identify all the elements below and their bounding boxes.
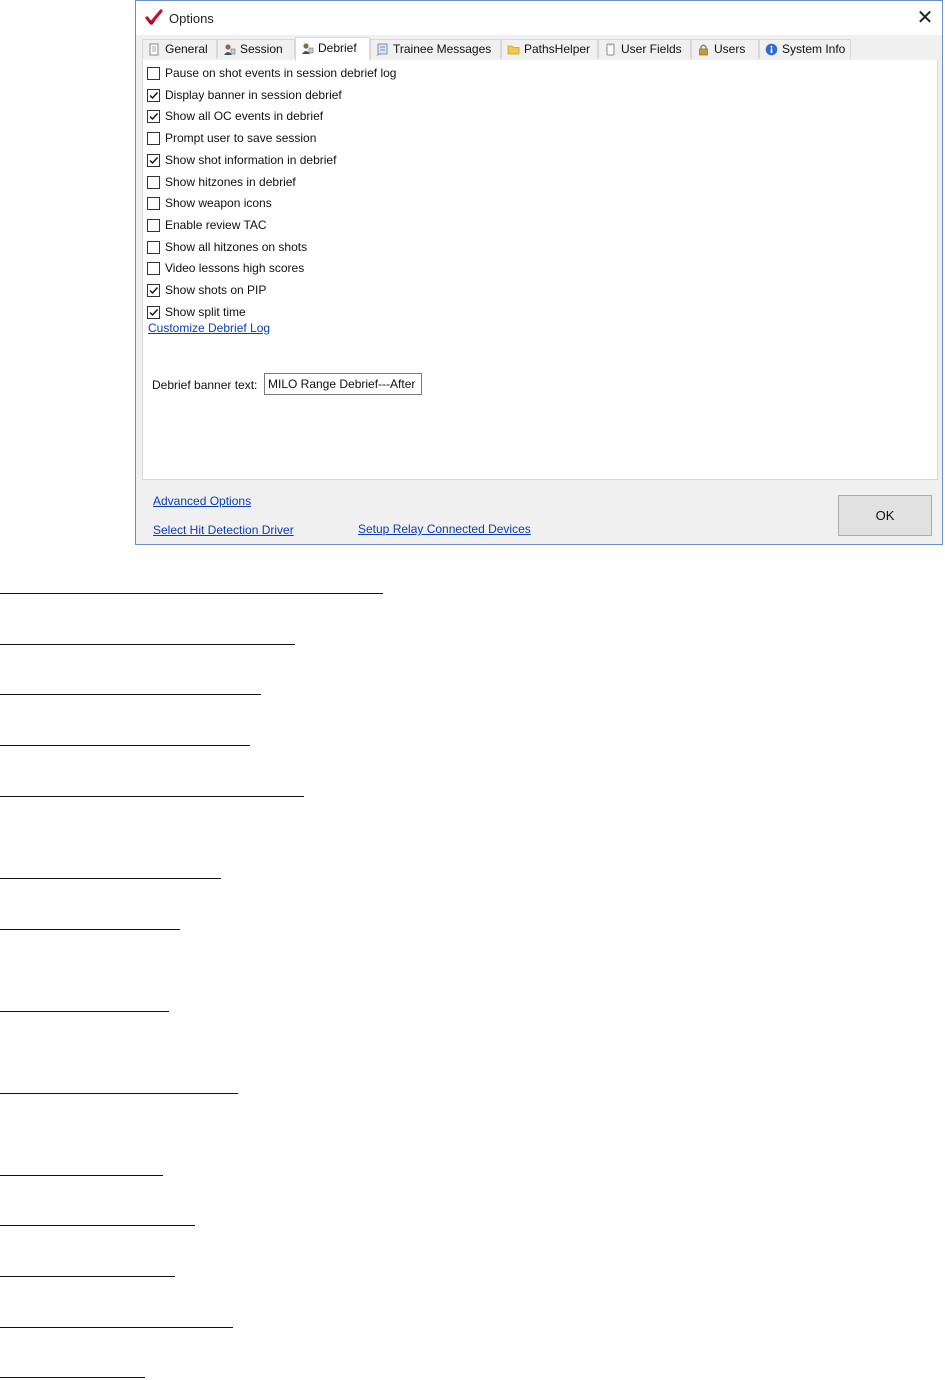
close-button[interactable]: ✕ xyxy=(908,1,942,35)
underline-rule xyxy=(0,745,250,746)
tab-label: Session xyxy=(240,42,283,56)
underline-rule xyxy=(0,1377,145,1378)
checkbox-checked[interactable] xyxy=(147,284,160,297)
debrief-option-label: Video lessons high scores xyxy=(165,261,305,275)
checkbox-checked[interactable] xyxy=(147,89,160,102)
checkmark-icon xyxy=(149,92,159,100)
underline-rule xyxy=(0,644,295,645)
tab-label: User Fields xyxy=(621,42,682,56)
red-checkmark-icon xyxy=(145,9,163,27)
debrief-option-label: Enable review TAC xyxy=(165,218,267,232)
underline-rule xyxy=(0,1011,169,1012)
select-hit-detection-driver-link[interactable]: Select Hit Detection Driver xyxy=(153,523,294,537)
tab-pathshelper[interactable]: PathsHelper xyxy=(501,39,598,59)
tab-label: General xyxy=(165,42,208,56)
user-icon xyxy=(301,41,314,54)
checkbox-unchecked[interactable] xyxy=(147,176,160,189)
message-icon xyxy=(376,43,389,56)
checkbox-unchecked[interactable] xyxy=(147,219,160,232)
underline-rule xyxy=(0,593,383,594)
checkbox-unchecked[interactable] xyxy=(147,132,160,145)
tab-system-info[interactable]: System Info xyxy=(759,39,851,59)
checkbox-checked[interactable] xyxy=(147,110,160,123)
debrief-option-label: Show shot information in debrief xyxy=(165,153,337,167)
advanced-options-link[interactable]: Advanced Options xyxy=(153,494,251,508)
debrief-option-label: Show all OC events in debrief xyxy=(165,109,324,123)
tab-strip: General Session Debrief Trainee Messages… xyxy=(142,37,938,61)
lock-icon xyxy=(697,43,710,56)
debrief-option-label: Show split time xyxy=(165,305,246,319)
checkbox-checked[interactable] xyxy=(147,154,160,167)
underline-rule xyxy=(0,1225,195,1226)
underline-rule xyxy=(0,796,304,797)
debrief-option-label: Display banner in session debrief xyxy=(165,88,342,102)
tab-label: Trainee Messages xyxy=(393,42,492,56)
options-dialog: Options ✕ General Session Debrief Traine… xyxy=(135,0,943,545)
tab-label: System Info xyxy=(782,42,846,56)
debrief-option-label: Show hitzones in debrief xyxy=(165,175,296,189)
underline-rule xyxy=(0,878,221,879)
tab-general[interactable]: General xyxy=(142,39,217,59)
debrief-option-label: Prompt user to save session xyxy=(165,131,317,145)
clipboard-icon xyxy=(604,43,617,56)
tab-session[interactable]: Session xyxy=(217,39,295,59)
checkbox-unchecked[interactable] xyxy=(147,262,160,275)
tab-label: Users xyxy=(714,42,746,56)
checkmark-icon xyxy=(149,287,159,295)
window-title: Options xyxy=(169,11,214,26)
setup-relay-connected-devices-link[interactable]: Setup Relay Connected Devices xyxy=(358,522,531,536)
checkbox-checked[interactable] xyxy=(147,306,160,319)
banner-text-label: Debrief banner text: xyxy=(152,378,258,392)
tab-label: PathsHelper xyxy=(524,42,591,56)
underline-rule xyxy=(0,1327,233,1328)
debrief-option-label: Show all hitzones on shots xyxy=(165,240,308,254)
page-icon xyxy=(148,43,161,56)
checkbox-unchecked[interactable] xyxy=(147,241,160,254)
tab-user-fields[interactable]: User Fields xyxy=(598,39,691,59)
debrief-tab-page: Pause on shot events in session debrief … xyxy=(142,60,938,480)
tab-users[interactable]: Users xyxy=(691,39,759,59)
checkmark-icon xyxy=(149,157,159,165)
underline-rule xyxy=(0,1175,163,1176)
folder-icon xyxy=(507,43,520,56)
banner-text-input[interactable] xyxy=(264,373,422,395)
tab-label: Debrief xyxy=(318,41,357,55)
debrief-option-label: Show shots on PIP xyxy=(165,283,267,297)
customize-debrief-log-link[interactable]: Customize Debrief Log xyxy=(148,321,270,335)
checkbox-unchecked[interactable] xyxy=(147,67,160,80)
debrief-option-label: Pause on shot events in session debrief … xyxy=(165,66,397,80)
tab-trainee-messages[interactable]: Trainee Messages xyxy=(370,39,501,59)
tab-debrief[interactable]: Debrief xyxy=(295,37,370,61)
checkmark-icon xyxy=(149,113,159,121)
underline-rule xyxy=(0,929,180,930)
title-bar[interactable]: Options ✕ xyxy=(136,1,942,35)
checkmark-icon xyxy=(149,309,159,317)
user-icon xyxy=(223,43,236,56)
underline-rule xyxy=(0,694,261,695)
checkbox-unchecked[interactable] xyxy=(147,197,160,210)
underline-rule xyxy=(0,1276,175,1277)
debrief-option-label: Show weapon icons xyxy=(165,196,272,210)
ok-button[interactable]: OK xyxy=(838,495,932,536)
underline-rule xyxy=(0,1093,238,1094)
info-icon xyxy=(765,43,778,56)
